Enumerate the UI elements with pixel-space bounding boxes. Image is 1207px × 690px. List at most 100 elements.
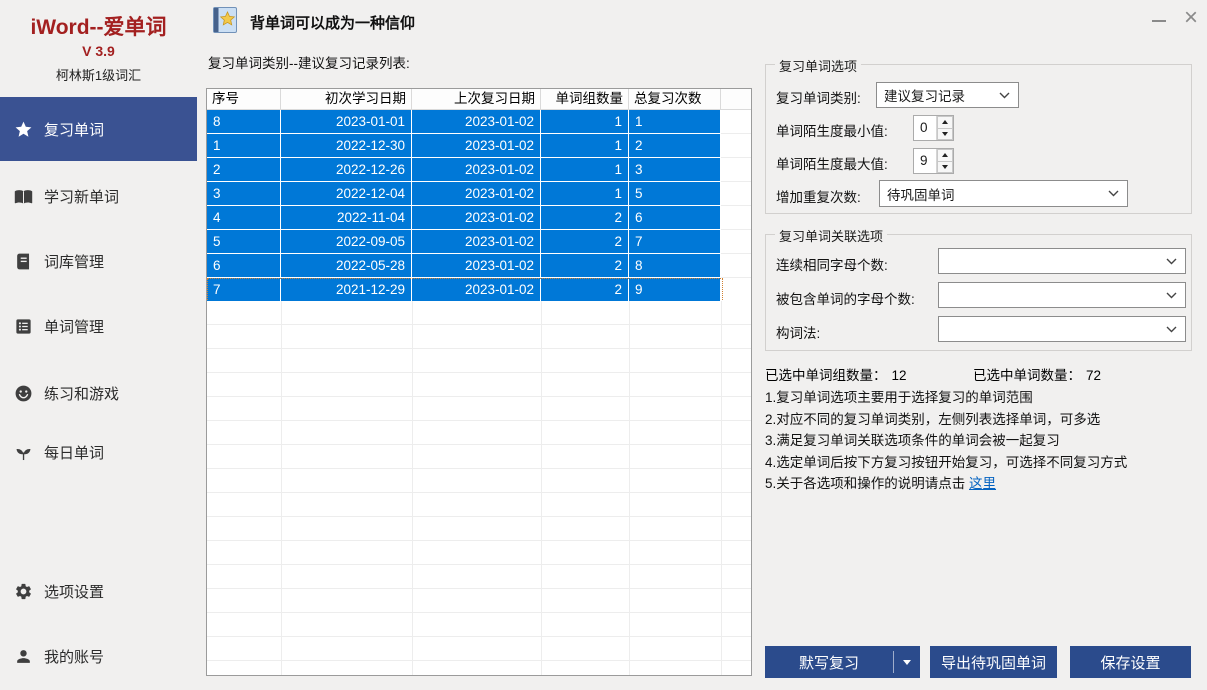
minimize-button[interactable] <box>1148 10 1170 32</box>
sidebar-item-label: 选项设置 <box>44 583 105 601</box>
grid-line <box>281 301 282 675</box>
sidebar-item-7[interactable]: 选项设置 <box>0 571 197 611</box>
table-cell: 2022-12-30 <box>281 134 412 158</box>
table-cell: 4 <box>207 206 281 230</box>
table-row[interactable]: 6 2022-05-28 2023-01-02 2 8 <box>207 254 751 278</box>
table-cell: 2 <box>629 134 721 158</box>
table-row[interactable]: 3 2022-12-04 2023-01-02 1 5 <box>207 182 751 206</box>
app-window: iWord--爱单词 V 3.9 柯林斯1级词汇 复习单词 学习新单词 词库管理 单词… <box>0 0 1207 690</box>
table-cell-filler <box>721 134 751 158</box>
sidebar-item-label: 练习和游戏 <box>44 385 120 403</box>
table-row[interactable]: 2 2022-12-26 2023-01-02 1 3 <box>207 158 751 182</box>
table-cell: 8 <box>207 110 281 134</box>
word-formation-select[interactable] <box>938 316 1186 342</box>
spin-down-button[interactable] <box>937 161 953 173</box>
help-link[interactable]: 这里 <box>969 476 996 491</box>
table-cell-filler <box>721 230 751 254</box>
sidebar-item-5[interactable]: 练习和游戏 <box>0 373 197 413</box>
table-cell: 5 <box>629 182 721 206</box>
instruction-line: 5.关于各选项和操作的说明请点击 这里 <box>765 473 1205 495</box>
sidebar-item-6[interactable]: 每日单词 <box>0 432 197 472</box>
dictation-review-label[interactable]: 默写复习 <box>765 646 893 678</box>
group-title: 复习单词关联选项 <box>775 226 888 245</box>
chevron-down-icon <box>1166 326 1177 333</box>
close-button[interactable]: × <box>1178 1 1204 35</box>
repeat-count-select[interactable]: 待巩固单词 <box>879 180 1128 207</box>
table-cell: 2 <box>541 230 629 254</box>
column-header[interactable]: 初次学习日期 <box>281 89 412 109</box>
app-version: V 3.9 <box>82 43 115 59</box>
save-settings-button[interactable]: 保存设置 <box>1070 646 1191 678</box>
sidebar-item-4[interactable]: 单词管理 <box>0 306 197 346</box>
chevron-down-icon <box>1166 258 1177 265</box>
table-cell-filler <box>721 278 751 302</box>
triangle-down-icon <box>942 131 948 136</box>
table-cell: 2 <box>541 278 629 302</box>
column-header[interactable]: 上次复习日期 <box>412 89 541 109</box>
records-table: 序号 初次学习日期 上次复习日期 单词组数量 总复习次数 8 2023-01-01 2023… <box>206 88 752 676</box>
table-row[interactable]: 8 2023-01-01 2023-01-02 1 1 <box>207 110 751 134</box>
contained-letters-select[interactable] <box>938 282 1186 308</box>
word-formation-label: 构词法: <box>776 326 821 341</box>
column-header[interactable]: 总复习次数 <box>629 89 721 109</box>
sidebar-item-8[interactable]: 我的账号 <box>0 636 197 676</box>
triangle-up-icon <box>942 120 948 125</box>
spin-up-button[interactable] <box>937 149 953 162</box>
table-cell: 5 <box>207 230 281 254</box>
dictation-review-button[interactable]: 默写复习 <box>765 646 920 678</box>
table-cell: 2023-01-02 <box>412 278 541 302</box>
table-header: 序号 初次学习日期 上次复习日期 单词组数量 总复习次数 <box>207 89 751 110</box>
sidebar-item-label: 单词管理 <box>44 318 105 336</box>
table-cell: 2023-01-02 <box>412 158 541 182</box>
table-cell: 2 <box>207 158 281 182</box>
table-row[interactable]: 5 2022-09-05 2023-01-02 2 7 <box>207 230 751 254</box>
table-cell: 2022-12-04 <box>281 182 412 206</box>
sidebar-item-1[interactable]: 复习单词 <box>0 97 197 161</box>
group-title: 复习单词选项 <box>775 56 862 75</box>
spin-down-button[interactable] <box>937 128 953 140</box>
column-header[interactable]: 序号 <box>207 89 281 109</box>
table-cell: 8 <box>629 254 721 278</box>
table-cell: 2 <box>541 254 629 278</box>
table-body: 8 2023-01-01 2023-01-02 1 1 1 2022-12-30 2023-0… <box>207 110 751 302</box>
category-select[interactable]: 建议复习记录 <box>876 82 1019 108</box>
table-cell: 1 <box>541 158 629 182</box>
max-strangeness-spinner[interactable]: 9 <box>913 148 954 174</box>
user-icon <box>14 647 33 666</box>
table-cell: 2023-01-02 <box>412 254 541 278</box>
table-cell-filler <box>721 182 751 206</box>
table-cell-filler <box>721 158 751 182</box>
sidebar-item-label: 词库管理 <box>44 253 105 271</box>
sidebar-item-label: 我的账号 <box>44 648 105 666</box>
selected-groups-stat: 已选中单词组数量： 12 <box>765 368 907 383</box>
min-strangeness-label: 单词陌生度最小值: <box>776 124 888 139</box>
table-row[interactable]: 4 2022-11-04 2023-01-02 2 6 <box>207 206 751 230</box>
sidebar-item-3[interactable]: 词库管理 <box>0 241 197 281</box>
table-cell: 3 <box>629 158 721 182</box>
dictation-dropdown-arrow[interactable] <box>894 646 920 678</box>
table-cell: 7 <box>629 230 721 254</box>
column-header[interactable]: 单词组数量 <box>541 89 629 109</box>
triangle-up-icon <box>942 153 948 158</box>
same-letters-select[interactable] <box>938 248 1186 274</box>
min-strangeness-spinner[interactable]: 0 <box>913 115 954 141</box>
table-row[interactable]: 7 2021-12-29 2023-01-02 2 9 <box>207 278 751 302</box>
minimize-icon <box>1152 20 1166 22</box>
table-cell-filler <box>721 206 751 230</box>
table-row[interactable]: 1 2022-12-30 2023-01-02 1 2 <box>207 134 751 158</box>
vocab-name: 柯林斯1级词汇 <box>55 68 142 83</box>
table-cell: 2023-01-02 <box>412 206 541 230</box>
spin-up-button[interactable] <box>937 116 953 129</box>
export-consolidate-button[interactable]: 导出待巩固单词 <box>930 646 1057 678</box>
sidebar-item-2[interactable]: 学习新单词 <box>0 176 197 216</box>
instructions: 1.复习单词选项主要用于选择复习的单词范围 2.对应不同的复习单词类别，左侧列表选… <box>765 387 1205 495</box>
chevron-down-icon <box>999 92 1010 99</box>
sidebar: iWord--爱单词 V 3.9 柯林斯1级词汇 复习单词 学习新单词 词库管理 单词… <box>0 0 197 690</box>
chevron-down-icon <box>1166 292 1177 299</box>
review-options-group: 复习单词选项 复习单词类别: 建议复习记录 单词陌生度最小值: 0 单词陌生度最… <box>765 56 1192 214</box>
grid-line <box>721 301 722 675</box>
app-book-star-icon <box>210 5 240 35</box>
gear-icon <box>14 582 33 601</box>
open-book-icon <box>14 187 33 206</box>
table-cell: 7 <box>207 278 281 302</box>
